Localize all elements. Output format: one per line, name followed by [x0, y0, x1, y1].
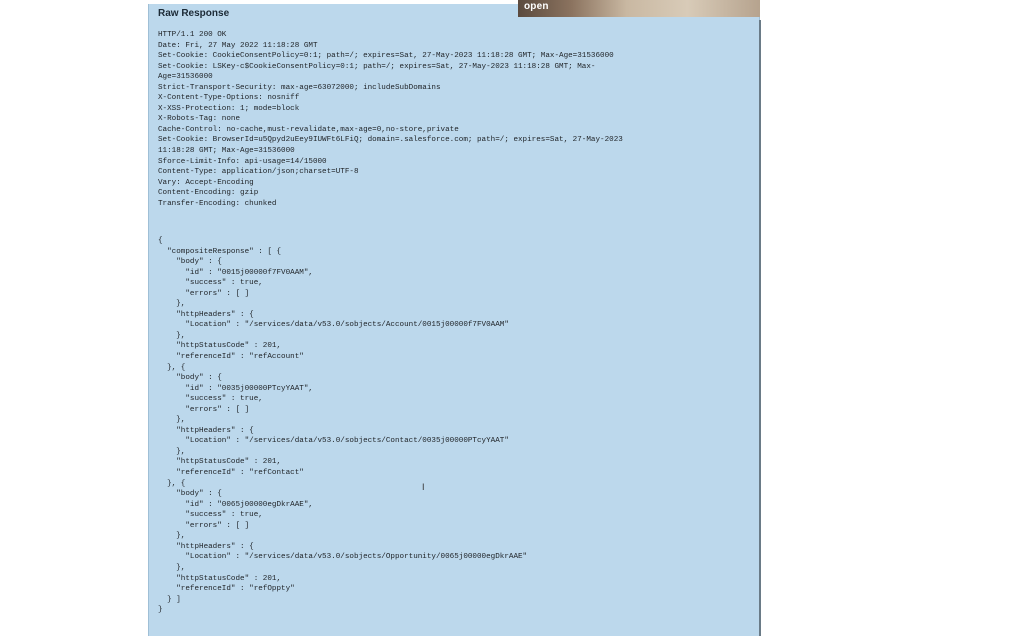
- webcam-overlay: open: [518, 0, 760, 17]
- raw-response-panel: Raw Response HTTP/1.1 200 OK Date: Fri, …: [148, 4, 760, 636]
- response-headers-text[interactable]: HTTP/1.1 200 OK Date: Fri, 27 May 2022 1…: [158, 30, 623, 209]
- webcam-caption: open: [524, 1, 549, 12]
- text-cursor-icon: I: [422, 482, 425, 492]
- scrollbar[interactable]: [759, 20, 761, 636]
- panel-title: Raw Response: [158, 8, 230, 19]
- response-body-json[interactable]: { "compositeResponse" : [ { "body" : { "…: [158, 236, 527, 616]
